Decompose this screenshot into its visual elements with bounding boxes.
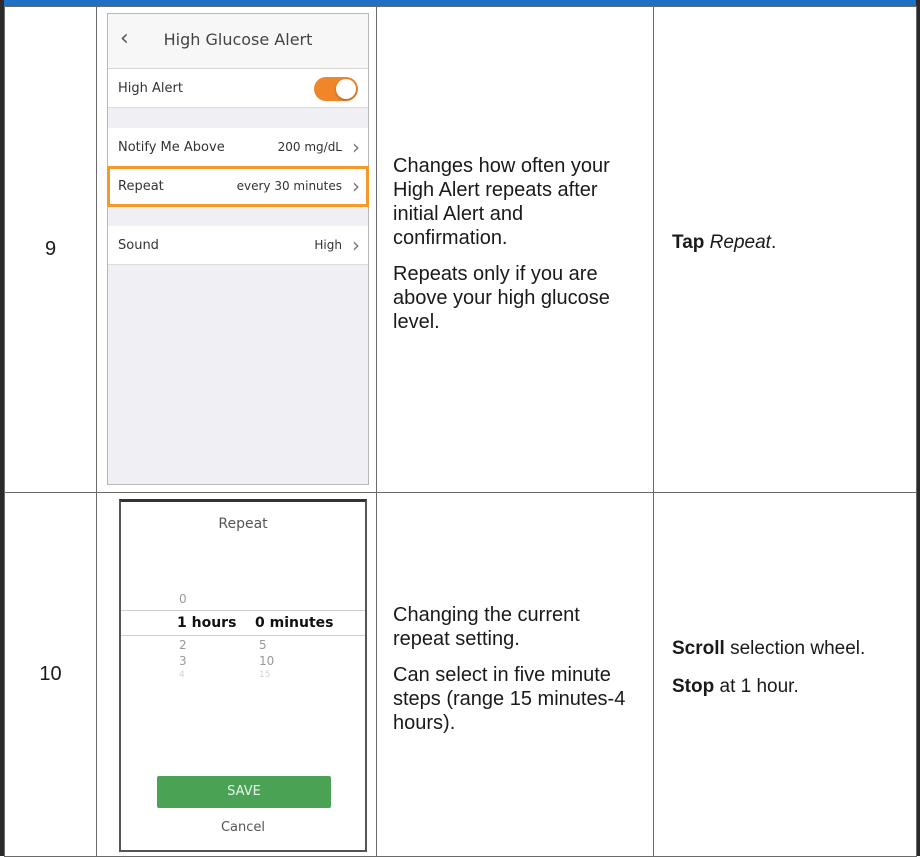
screen-title: High Glucose Alert <box>163 30 313 49</box>
chevron-right-icon: › <box>352 174 360 198</box>
description-text: Repeats only if you are above your high … <box>393 262 610 333</box>
action-rest: at 1 hour. <box>719 675 799 697</box>
repeat-row[interactable]: Repeat every 30 minutes › <box>107 166 369 207</box>
high-alert-row[interactable]: High Alert <box>108 69 368 108</box>
action-cell: Tap Repeat. <box>653 6 917 493</box>
chevron-right-icon: › <box>352 135 360 159</box>
action-text: Tap Repeat. <box>672 231 777 253</box>
wheel-minutes: 10 <box>259 654 275 668</box>
wheel-row: 4 15 <box>121 670 365 688</box>
action-object: Repeat <box>709 231 771 253</box>
wheel-minutes: 0 minutes <box>255 615 334 631</box>
row-label: Repeat <box>118 179 164 194</box>
step-number: 9 <box>4 6 97 493</box>
wheel-hours: 1 hours <box>177 615 237 631</box>
nav-bar: ‹ High Glucose Alert <box>108 14 368 69</box>
row-label: Sound <box>118 238 159 253</box>
action-text: Scroll selection wheel. <box>672 637 900 661</box>
description-text: Can select in five minute steps (range 1… <box>393 663 626 734</box>
wheel-minutes: 15 <box>259 670 271 680</box>
wheel-hours: 4 <box>179 670 185 680</box>
row-label: Notify Me Above <box>118 140 225 155</box>
screenshot-cell: ‹ High Glucose Alert High Alert Notify M… <box>96 6 377 493</box>
step-row: 10 Repeat 0 1 hours 0 minutes 2 5 3 10 4… <box>4 492 917 857</box>
description-text: Changes how often your High Alert repeat… <box>393 154 610 249</box>
toggle-knob <box>336 79 356 99</box>
high-glucose-alert-screen: ‹ High Glucose Alert High Alert Notify M… <box>107 13 369 485</box>
description-cell: Changes how often your High Alert repeat… <box>376 6 654 493</box>
row-label: High Alert <box>118 81 183 96</box>
action-verb: Stop <box>672 675 715 697</box>
action-text: Stop at 1 hour. <box>672 675 900 699</box>
screen-title: Repeat <box>218 516 268 532</box>
action-verb: Scroll <box>672 637 725 659</box>
wheel-selected-row: 1 hours 0 minutes <box>121 610 365 636</box>
action-verb: Tap <box>672 231 705 253</box>
step-number: 10 <box>4 492 97 857</box>
description-cell: Changing the current repeat setting. Can… <box>376 492 654 857</box>
row-value: High <box>314 238 342 252</box>
screenshot-cell: Repeat 0 1 hours 0 minutes 2 5 3 10 4 15… <box>96 492 377 857</box>
wheel-minutes: 5 <box>259 638 267 652</box>
wheel-hours: 0 <box>179 592 187 606</box>
steps-table: 9 ‹ High Glucose Alert High Alert Notify… <box>4 6 917 857</box>
description-text: Changing the current repeat setting. <box>393 603 580 650</box>
sound-row[interactable]: Sound High › <box>108 226 368 265</box>
wheel-hours: 2 <box>179 638 187 652</box>
wheel-hours: 3 <box>179 654 187 668</box>
repeat-screen: Repeat 0 1 hours 0 minutes 2 5 3 10 4 15… <box>119 499 367 852</box>
save-button[interactable]: SAVE <box>157 776 331 808</box>
step-row: 9 ‹ High Glucose Alert High Alert Notify… <box>4 6 917 493</box>
action-cell: Scroll selection wheel. Stop at 1 hour. <box>653 492 917 857</box>
cancel-button[interactable]: Cancel <box>121 820 365 835</box>
chevron-right-icon: › <box>352 233 360 257</box>
row-value: 200 mg/dL <box>277 140 342 154</box>
wheel-row: 0 <box>121 592 365 610</box>
high-alert-toggle[interactable] <box>314 77 358 101</box>
notify-me-above-row[interactable]: Notify Me Above 200 mg/dL › <box>108 128 368 167</box>
action-rest: selection wheel. <box>730 637 866 659</box>
row-value: every 30 minutes <box>236 179 342 193</box>
